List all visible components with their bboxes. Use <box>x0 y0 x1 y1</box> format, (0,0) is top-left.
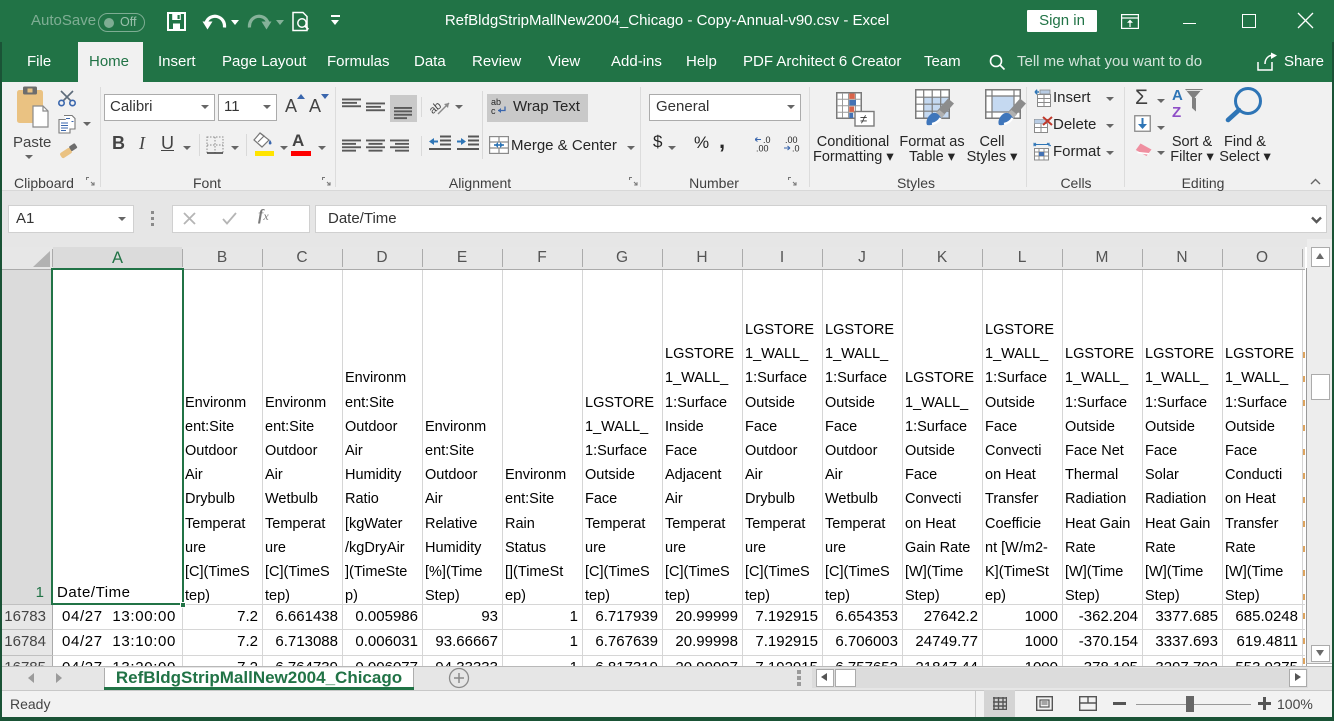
svg-text:c: c <box>491 106 496 115</box>
svg-text:A: A <box>1172 87 1183 104</box>
svg-text:ab: ab <box>430 100 444 117</box>
svg-text:≠: ≠ <box>860 112 867 127</box>
svg-text:Z: Z <box>1172 104 1181 120</box>
svg-text:.00: .00 <box>756 144 769 153</box>
svg-text:.0: .0 <box>792 144 800 153</box>
